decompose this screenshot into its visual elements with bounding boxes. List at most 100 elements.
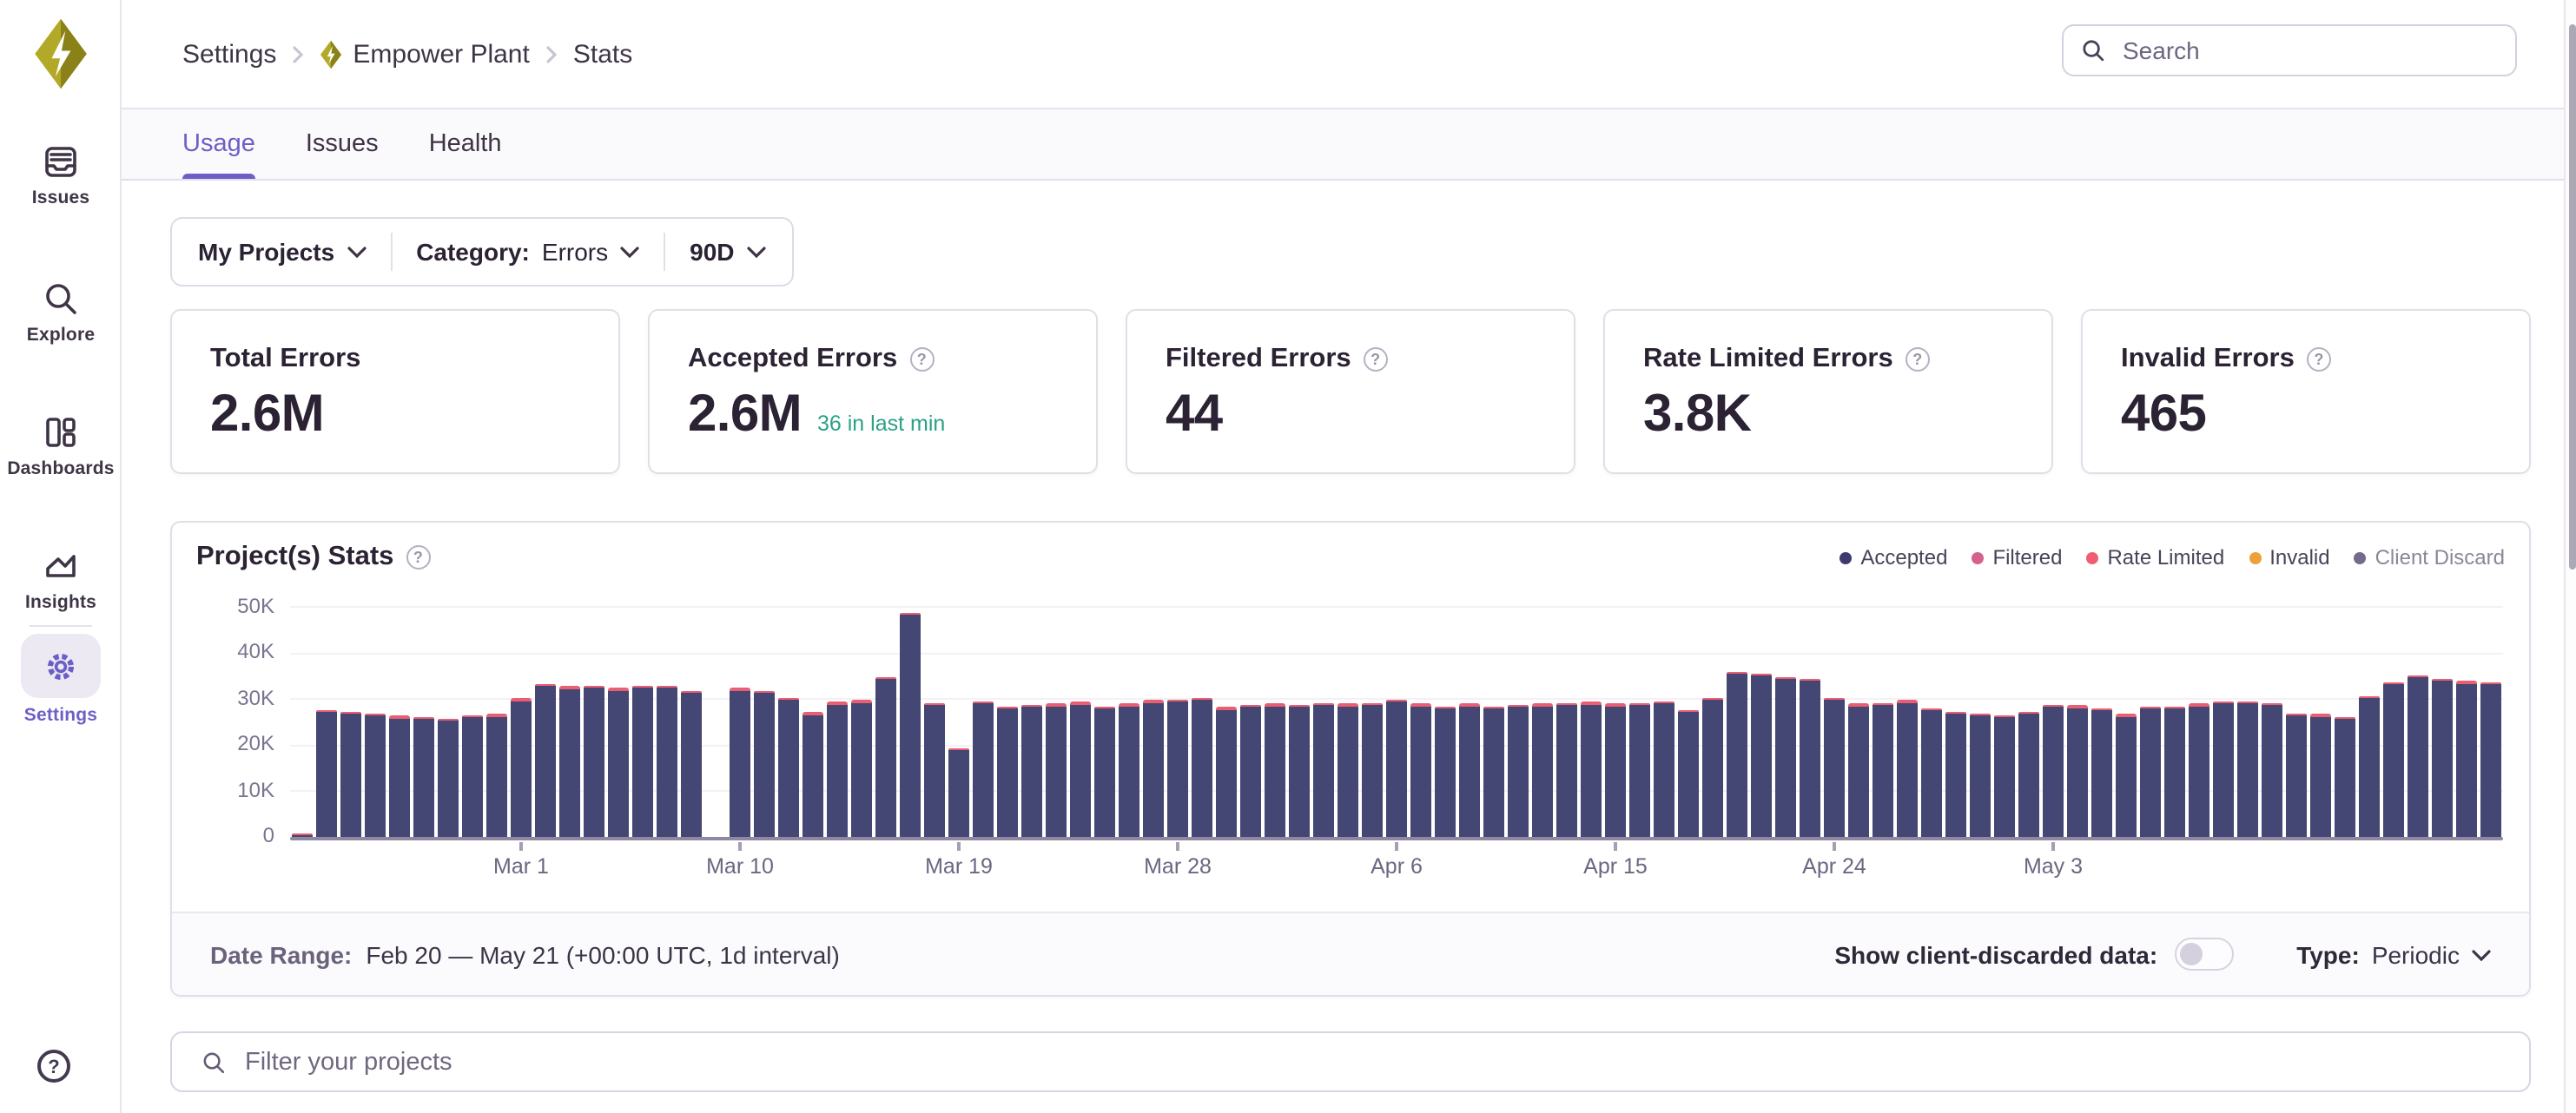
chart-bar[interactable] xyxy=(1289,705,1310,836)
chart-bar[interactable] xyxy=(2043,704,2064,836)
chart-bar[interactable] xyxy=(2310,715,2331,836)
chart-bar[interactable] xyxy=(486,715,507,836)
chart-bar[interactable] xyxy=(1800,678,1820,836)
tab-issues[interactable]: Issues xyxy=(306,109,379,179)
legend-item-invalid[interactable]: Invalid xyxy=(2249,545,2329,570)
chart-bar[interactable] xyxy=(1070,702,1091,836)
chart-bar[interactable] xyxy=(2286,713,2307,836)
projects-filter-dropdown[interactable]: My Projects xyxy=(198,238,366,266)
chart-bar[interactable] xyxy=(681,691,702,836)
help-button[interactable]: ? xyxy=(35,1047,73,1085)
breadcrumb-org[interactable]: Empower Plant xyxy=(320,39,529,69)
chart-bar[interactable] xyxy=(657,686,677,836)
chart-bar[interactable] xyxy=(2359,695,2380,836)
chart-bar[interactable] xyxy=(1727,672,1747,836)
chart-bar[interactable] xyxy=(511,699,532,836)
category-filter-dropdown[interactable]: Category: Errors xyxy=(416,238,639,266)
chart-bar[interactable] xyxy=(389,716,410,836)
chart-bar[interactable] xyxy=(1824,698,1845,837)
chart-bar[interactable] xyxy=(1143,701,1164,836)
chart-bar[interactable] xyxy=(2456,681,2477,836)
chart-bar[interactable] xyxy=(2432,679,2453,836)
chart-bar[interactable] xyxy=(1508,705,1529,836)
chart-bar[interactable] xyxy=(1605,703,1626,836)
chart-bar[interactable] xyxy=(1313,702,1334,836)
sidebar-item-insights[interactable]: Insights xyxy=(0,547,122,613)
date-range-dropdown[interactable]: 90D xyxy=(690,238,765,266)
chart-bar[interactable] xyxy=(584,686,604,836)
chart-bar[interactable] xyxy=(2213,701,2234,836)
chart-bar[interactable] xyxy=(1678,710,1699,836)
help-icon[interactable]: ? xyxy=(909,347,934,372)
sidebar-item-issues[interactable]: Issues xyxy=(0,142,122,208)
type-dropdown[interactable]: Type: Periodic xyxy=(2296,940,2491,968)
chart-bar[interactable] xyxy=(1386,699,1407,836)
chart-bar[interactable] xyxy=(1945,711,1966,836)
chart-bar[interactable] xyxy=(827,702,848,836)
sidebar-item-dashboards[interactable]: Dashboards xyxy=(0,413,122,479)
legend-item-filtered[interactable]: Filtered xyxy=(1972,545,2062,570)
chart-bar[interactable] xyxy=(851,701,872,836)
chart-bar[interactable] xyxy=(413,717,434,836)
search-input[interactable] xyxy=(2119,35,2467,66)
chart-bar[interactable] xyxy=(1119,704,1139,836)
chart-bar[interactable] xyxy=(535,684,556,836)
chart-bar[interactable] xyxy=(1873,702,1893,836)
tab-health[interactable]: Health xyxy=(429,109,502,179)
chart-bar[interactable] xyxy=(948,748,969,836)
chart-bar[interactable] xyxy=(2140,707,2161,836)
chart-bar[interactable] xyxy=(924,702,945,836)
chart-bar[interactable] xyxy=(316,709,337,836)
chart-bar[interactable] xyxy=(292,833,313,836)
chart-bar[interactable] xyxy=(1483,706,1504,836)
chart-bar[interactable] xyxy=(438,718,459,836)
chart-bar[interactable] xyxy=(2189,704,2209,836)
chart-bar[interactable] xyxy=(340,711,361,836)
chart-bar[interactable] xyxy=(2018,711,2039,836)
sidebar-item-explore[interactable]: Explore xyxy=(0,280,122,346)
chart-bar[interactable] xyxy=(1629,702,1650,836)
chart-bar[interactable] xyxy=(2164,707,2185,836)
help-icon[interactable]: ? xyxy=(406,545,430,570)
chart-bar[interactable] xyxy=(1459,704,1480,836)
chart-bar[interactable] xyxy=(1192,698,1212,837)
chart-bar[interactable] xyxy=(462,715,483,836)
chart-bar[interactable] xyxy=(2408,675,2428,836)
sidebar-item-settings[interactable]: Settings xyxy=(0,634,122,726)
chart-bar[interactable] xyxy=(1362,702,1383,836)
chart-bar[interactable] xyxy=(2067,706,2088,836)
breadcrumb-settings[interactable]: Settings xyxy=(182,39,276,69)
chart-bar[interactable] xyxy=(2262,703,2282,836)
chart-bar[interactable] xyxy=(1167,699,1188,836)
chart-bar[interactable] xyxy=(1581,702,1602,836)
chart-bar[interactable] xyxy=(1435,706,1456,836)
help-icon[interactable]: ? xyxy=(2307,347,2331,372)
chart-bar[interactable] xyxy=(2335,716,2355,836)
chart-bar[interactable] xyxy=(900,613,921,836)
legend-item-accepted[interactable]: Accepted xyxy=(1840,545,1947,570)
chart-bar[interactable] xyxy=(1410,703,1431,836)
chart-bar[interactable] xyxy=(1994,715,2015,836)
chart-bar[interactable] xyxy=(973,701,994,836)
chart-bar[interactable] xyxy=(754,691,775,836)
help-icon[interactable]: ? xyxy=(1906,347,1930,372)
chart-bar[interactable] xyxy=(1751,674,1772,836)
project-filter-input[interactable] xyxy=(241,1046,2529,1077)
chart-bar[interactable] xyxy=(1897,701,1918,836)
chart-bar[interactable] xyxy=(2237,701,2258,836)
scrollbar-track[interactable] xyxy=(2564,0,2576,1113)
chart-bar[interactable] xyxy=(997,707,1018,836)
chart-bar[interactable] xyxy=(2383,682,2404,837)
chart-bar[interactable] xyxy=(1848,704,1869,836)
help-icon[interactable]: ? xyxy=(1364,347,1388,372)
chart-bar[interactable] xyxy=(1216,708,1237,836)
chart-bar[interactable] xyxy=(608,688,629,836)
chart-bar[interactable] xyxy=(1921,708,1942,836)
chart-bar[interactable] xyxy=(1702,698,1723,836)
chart-bar[interactable] xyxy=(1240,705,1261,836)
chart-bar[interactable] xyxy=(1654,701,1674,836)
chart-bar[interactable] xyxy=(1265,703,1285,836)
chart-bar[interactable] xyxy=(1532,704,1553,836)
chart-bar[interactable] xyxy=(1970,714,1991,836)
client-discard-toggle[interactable] xyxy=(2175,938,2234,971)
